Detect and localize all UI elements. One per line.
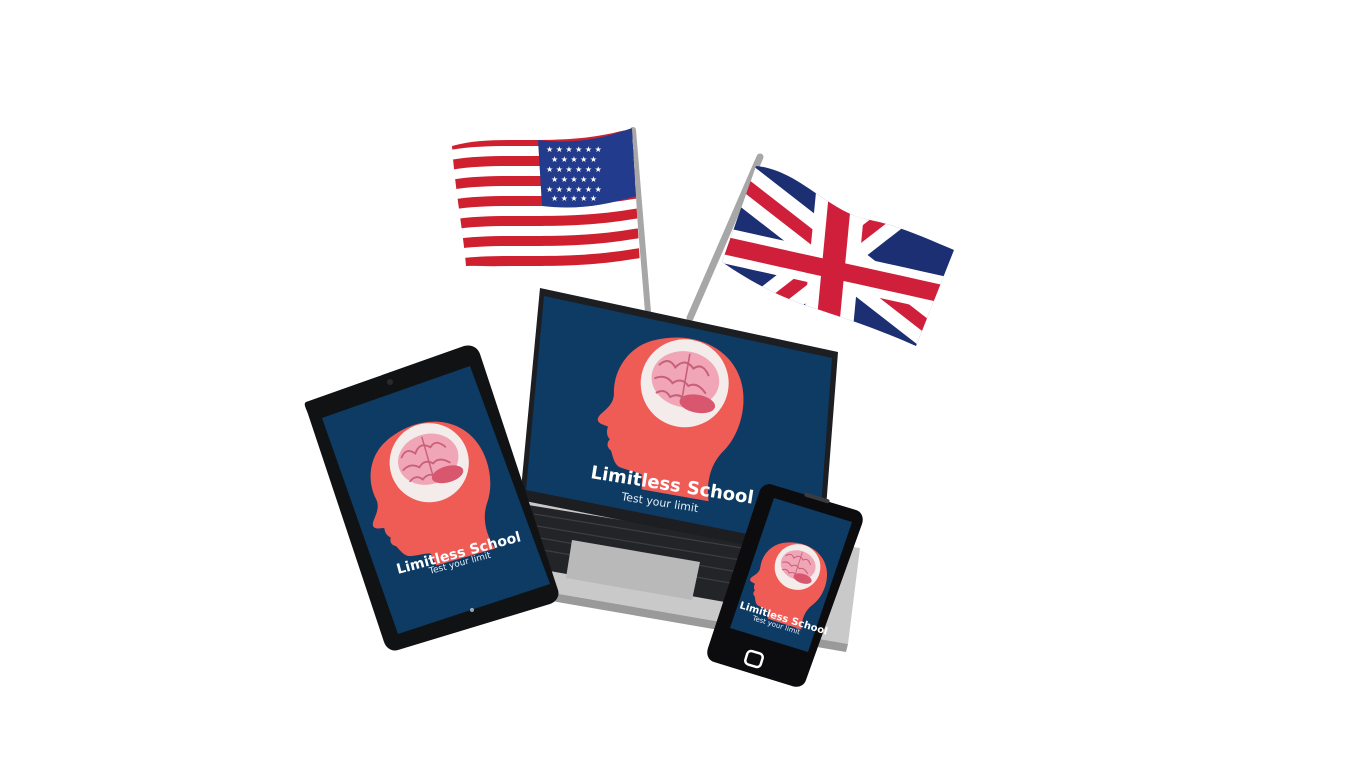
devices-and-flags-illustration: ★ ★ ★ ★ ★ ★ ★ ★ ★ ★ ★ ★ ★ ★ ★ ★ ★ ★ ★ ★ … (304, 127, 954, 687)
svg-text:★ ★ ★ ★ ★: ★ ★ ★ ★ ★ (551, 175, 597, 184)
svg-text:★ ★ ★ ★ ★ ★: ★ ★ ★ ★ ★ ★ (546, 145, 602, 154)
tablet-device: Limitless School Test your limit (304, 345, 559, 651)
us-flag-icon: ★ ★ ★ ★ ★ ★ ★ ★ ★ ★ ★ ★ ★ ★ ★ ★ ★ ★ ★ ★ … (452, 127, 651, 315)
uk-flag-icon (686, 153, 954, 346)
svg-text:★ ★ ★ ★ ★ ★: ★ ★ ★ ★ ★ ★ (546, 185, 602, 194)
svg-text:★ ★ ★ ★ ★ ★: ★ ★ ★ ★ ★ ★ (546, 165, 602, 174)
hero-illustration: ★ ★ ★ ★ ★ ★ ★ ★ ★ ★ ★ ★ ★ ★ ★ ★ ★ ★ ★ ★ … (0, 0, 1366, 768)
svg-text:★ ★ ★ ★ ★: ★ ★ ★ ★ ★ (551, 194, 597, 203)
svg-text:★ ★ ★ ★ ★: ★ ★ ★ ★ ★ (551, 155, 597, 164)
